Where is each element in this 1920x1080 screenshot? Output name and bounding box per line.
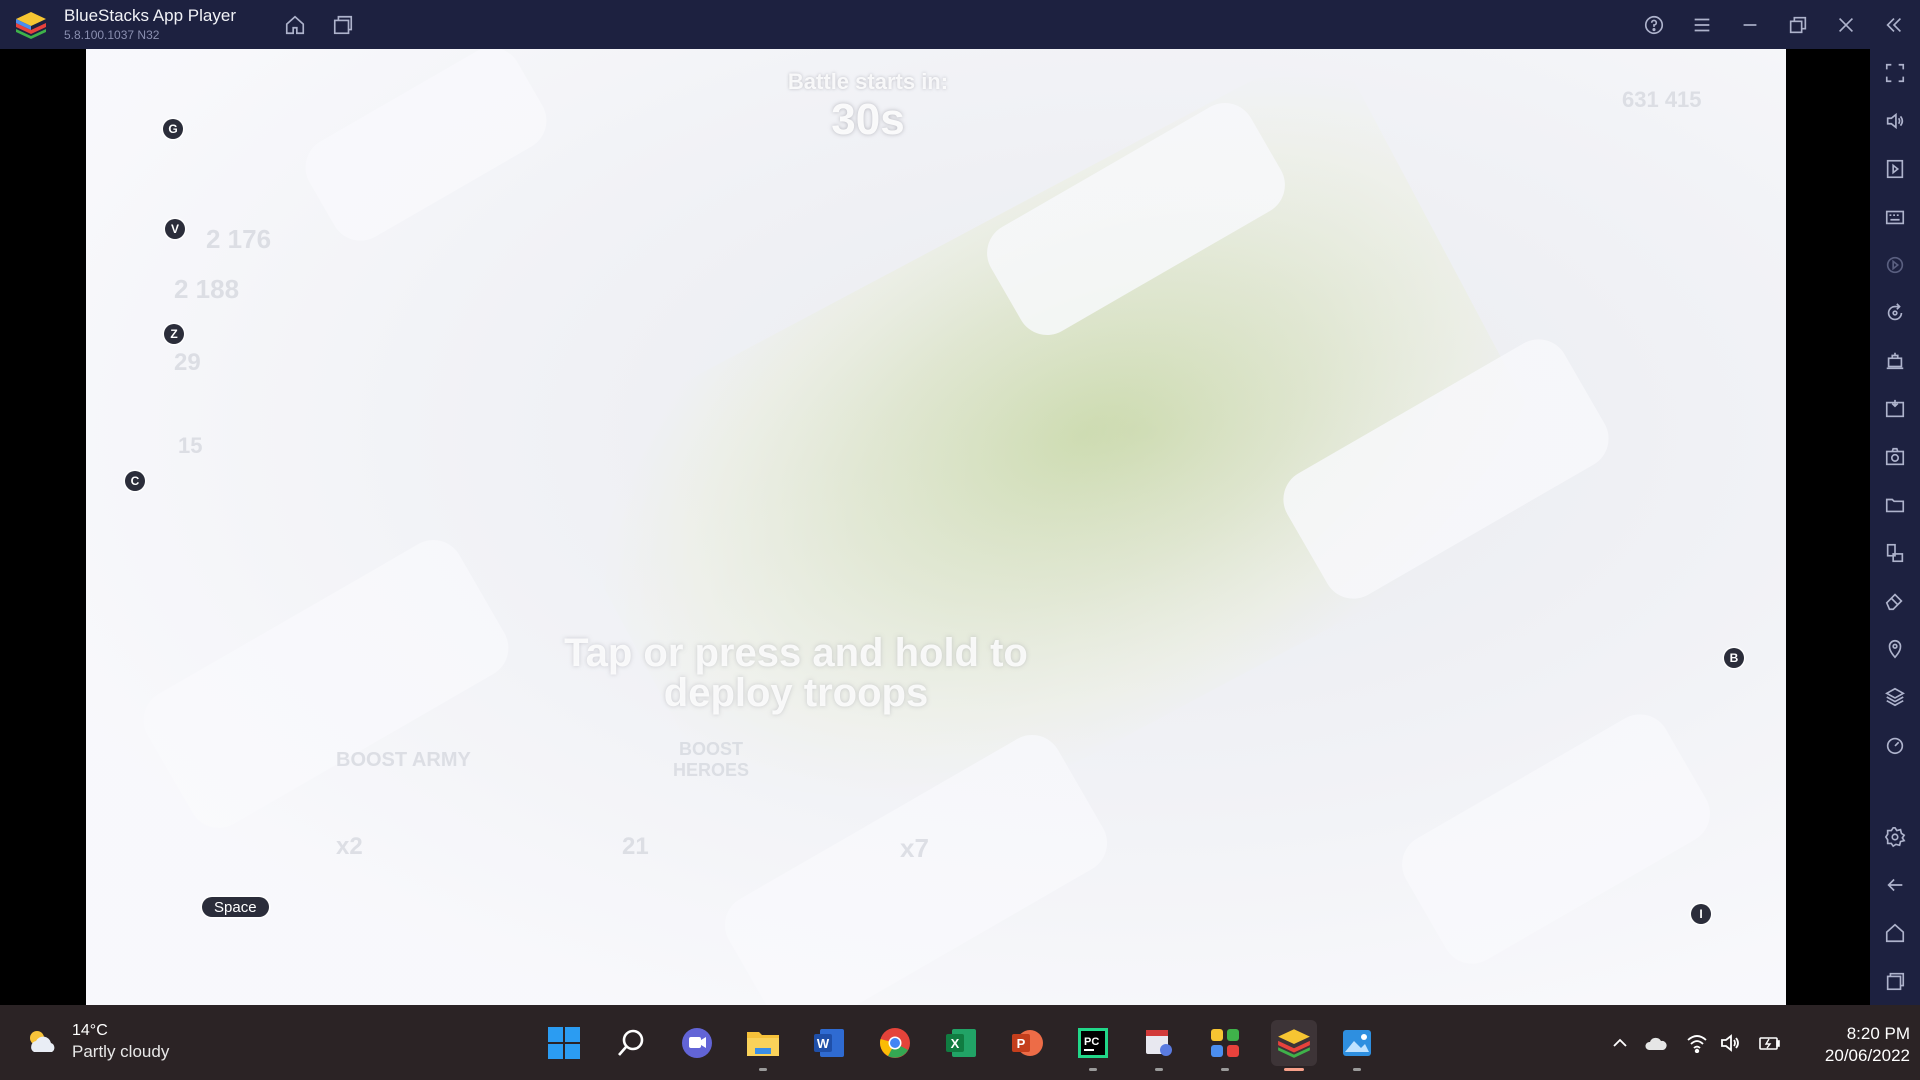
erase-icon[interactable]	[1883, 589, 1907, 613]
menu-icon[interactable]	[1689, 12, 1715, 38]
onedrive-icon[interactable]	[1644, 1031, 1668, 1055]
powerpoint-icon[interactable]: P	[1007, 1023, 1047, 1063]
chevron-up-icon[interactable]	[1608, 1031, 1632, 1055]
excel-icon[interactable]: X	[941, 1023, 981, 1063]
search-icon[interactable]	[611, 1023, 651, 1063]
bluestacks-logo	[16, 12, 46, 39]
keymap-g[interactable]: G	[163, 119, 183, 139]
rotate-icon[interactable]	[1883, 301, 1907, 325]
snipping-tool-icon[interactable]	[1139, 1023, 1179, 1071]
app-title: BlueStacks App Player	[64, 6, 236, 25]
performance-icon[interactable]	[1883, 733, 1907, 757]
close-icon[interactable]	[1833, 12, 1859, 38]
restore-icon[interactable]	[1785, 12, 1811, 38]
battle-countdown-timer: 30s	[831, 95, 905, 144]
volume-tray-icon[interactable]	[1719, 1031, 1743, 1055]
system-clock[interactable]: 8:20 PM 20/06/2022	[1800, 1023, 1910, 1067]
chrome-icon[interactable]	[875, 1023, 915, 1063]
troop-count: x2	[336, 833, 363, 860]
apk-icon[interactable]	[1883, 397, 1907, 421]
deploy-hint: Tap or press and hold to deploy troops	[564, 631, 1028, 715]
location-icon[interactable]	[1883, 637, 1907, 661]
macro-icon[interactable]	[1883, 349, 1907, 373]
bluestacks-x-icon[interactable]	[1205, 1023, 1245, 1071]
boost-heroes-button[interactable]: BOOST HEROES	[656, 739, 766, 781]
recents-icon[interactable]	[1883, 969, 1907, 993]
svg-text:X: X	[951, 1036, 960, 1051]
keymap-z[interactable]: Z	[164, 324, 184, 344]
weather-desc: Partly cloudy	[72, 1042, 170, 1061]
keymap-c[interactable]: C	[125, 471, 145, 491]
title-bar: BlueStacks App Player 5.8.100.1037 N32	[0, 0, 1920, 49]
pycharm-icon[interactable]: PC	[1073, 1023, 1113, 1071]
gold-amount: 2 176	[206, 224, 272, 254]
keyboard-icon[interactable]	[1883, 205, 1907, 229]
game-viewport[interactable]: 2 176 2 188 29 15 631 415 BOOST ARMY BOO…	[86, 49, 1786, 1005]
volume-icon[interactable]	[1883, 109, 1907, 133]
weather-widget[interactable]: 14°C Partly cloudy	[24, 1021, 169, 1063]
cloud-fog	[86, 49, 1786, 1005]
windows-taskbar: 14°C Partly cloudy W X P PC 8:20 PM 20/0…	[0, 1005, 1920, 1080]
file-explorer-icon[interactable]	[743, 1023, 783, 1071]
partly-cloudy-icon	[30, 1031, 55, 1052]
battle-countdown-label: Battle starts in:	[787, 69, 949, 94]
fullscreen-icon[interactable]	[1883, 61, 1907, 85]
minimize-icon[interactable]	[1737, 12, 1763, 38]
multi-instance-icon[interactable]	[330, 12, 356, 38]
collapse-sidebar-icon[interactable]	[1881, 12, 1907, 38]
home-icon[interactable]	[282, 12, 308, 38]
weather-temp: 14°C	[72, 1022, 108, 1039]
svg-text:PC: PC	[1084, 1036, 1099, 1048]
record-icon[interactable]	[1883, 253, 1907, 277]
troop-count: x7	[900, 833, 929, 863]
battery-icon[interactable]	[1757, 1031, 1781, 1055]
elixir-amount: 2 188	[174, 274, 240, 304]
keymap-v[interactable]: V	[165, 219, 185, 239]
word-icon[interactable]: W	[809, 1023, 849, 1063]
boost-army-button[interactable]: BOOST ARMY	[336, 749, 471, 772]
android-home-icon[interactable]	[1883, 921, 1907, 945]
settings-icon[interactable]	[1883, 825, 1907, 849]
wifi-icon[interactable]	[1685, 1031, 1709, 1055]
media-manager-icon[interactable]	[1883, 157, 1907, 181]
trophy-amount: 29	[174, 349, 201, 376]
svg-text:P: P	[1017, 1036, 1026, 1051]
svg-text:W: W	[817, 1036, 830, 1051]
troop-count: 21	[622, 833, 649, 860]
teams-chat-icon[interactable]	[677, 1023, 717, 1063]
screenshot-icon[interactable]	[1883, 445, 1907, 469]
layers-icon[interactable]	[1883, 685, 1907, 709]
bluestacks-taskbar-icon[interactable]	[1271, 1020, 1317, 1071]
right-sidebar	[1870, 49, 1920, 1005]
back-icon[interactable]	[1883, 873, 1907, 897]
keymap-b[interactable]: B	[1724, 648, 1744, 668]
folder-icon[interactable]	[1883, 493, 1907, 517]
keymap-i[interactable]: I	[1691, 904, 1711, 924]
app-version: 5.8.100.1037 N32	[64, 28, 160, 42]
help-icon[interactable]	[1641, 12, 1667, 38]
loot-extra: 15	[178, 433, 203, 458]
clock-date: 20/06/2022	[1824, 1046, 1910, 1065]
clock-time: 8:20 PM	[1846, 1024, 1910, 1043]
multi-instance-sync-icon[interactable]	[1883, 541, 1907, 565]
photos-icon[interactable]	[1337, 1023, 1377, 1071]
start-icon[interactable]	[544, 1023, 584, 1063]
keymap-space[interactable]: Space	[202, 897, 269, 917]
